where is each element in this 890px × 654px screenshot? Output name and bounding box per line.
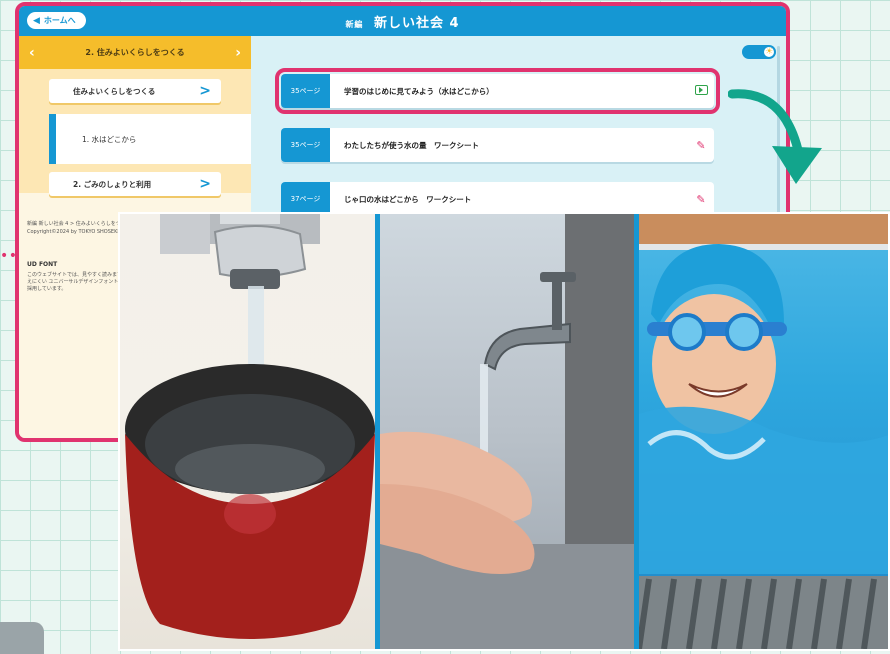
title-text: 新しい社会 4 xyxy=(373,15,460,31)
hand-washing-illustration xyxy=(380,214,634,649)
content-row-label: わたしたちが使う水の量 ワークシート xyxy=(344,140,479,150)
photo-pot-under-faucet xyxy=(120,214,375,649)
page-title: 新編 新しい社会 4 xyxy=(345,12,459,31)
pot-faucet-illustration xyxy=(125,214,375,639)
chevron-right-icon: > xyxy=(199,83,211,99)
title-badge: 新編 xyxy=(345,19,364,29)
unit-header: ‹ 2. 住みよいくらしをつくる › xyxy=(19,36,251,69)
sidebar-item-label: 住みよいくらしをつくる xyxy=(73,86,156,96)
swimming-child-illustration xyxy=(639,214,888,649)
content-row-tap-water[interactable]: 37ページ じゃ口の水はどこから ワークシート ✎ xyxy=(281,182,714,216)
ud-font-description: このウェブサイトでは、見やすく読みまちがえにくい ユニバーサルデザインフォントを… xyxy=(27,272,128,292)
page-number-badge: 35ページ xyxy=(281,74,330,108)
worksheet-icon: ✎ xyxy=(696,192,706,206)
ud-font-logo: UD FONT xyxy=(27,261,58,268)
curved-arrow-icon xyxy=(728,89,822,184)
title-bar: ◀ ホームへ 新編 新しい社会 4 xyxy=(19,6,786,36)
photo-swimming-child xyxy=(634,214,888,649)
photo-hand-washing xyxy=(375,214,634,649)
decorative-shape xyxy=(0,622,44,654)
home-button[interactable]: ◀ ホームへ xyxy=(27,12,86,29)
next-unit-chevron-icon[interactable]: › xyxy=(235,45,241,61)
content-row-label: 学習のはじめに見てみよう（水はどこから） xyxy=(344,86,494,96)
content-row-water-amount[interactable]: 35ページ わたしたちが使う水の量 ワークシート ✎ xyxy=(281,128,714,162)
sidebar-item-label: 1. 水はどこから xyxy=(82,134,137,144)
display-mode-toggle[interactable]: ☀ xyxy=(742,45,776,59)
unit-title: 2. 住みよいくらしをつくる xyxy=(85,48,185,57)
back-arrow-icon: ◀ xyxy=(33,15,40,26)
photo-strip xyxy=(118,212,890,651)
video-play-icon xyxy=(688,84,714,98)
chevron-right-icon: > xyxy=(199,176,211,192)
home-button-label: ホームへ xyxy=(43,16,76,25)
sun-icon: ☀ xyxy=(764,47,774,57)
sidebar-item-water-source[interactable]: 1. 水はどこから xyxy=(49,114,251,164)
sidebar-item-unit-intro[interactable]: 住みよいくらしをつくる > xyxy=(49,79,221,103)
page-number-badge: 37ページ xyxy=(281,182,330,216)
sidebar-item-label: 2. ごみのしょりと利用 xyxy=(73,179,152,189)
prev-unit-chevron-icon[interactable]: ‹ xyxy=(29,45,35,61)
sidebar-nav: 住みよいくらしをつくる > 1. 水はどこから 2. ごみのしょりと利用 > xyxy=(19,69,251,196)
content-row-intro-video[interactable]: 35ページ 学習のはじめに見てみよう（水はどこから） xyxy=(275,68,720,114)
page-number-badge: 35ページ xyxy=(281,128,330,162)
content-row-label: じゃ口の水はどこから ワークシート xyxy=(344,194,472,204)
worksheet-icon: ✎ xyxy=(696,138,706,152)
sidebar-item-garbage[interactable]: 2. ごみのしょりと利用 > xyxy=(49,172,221,196)
